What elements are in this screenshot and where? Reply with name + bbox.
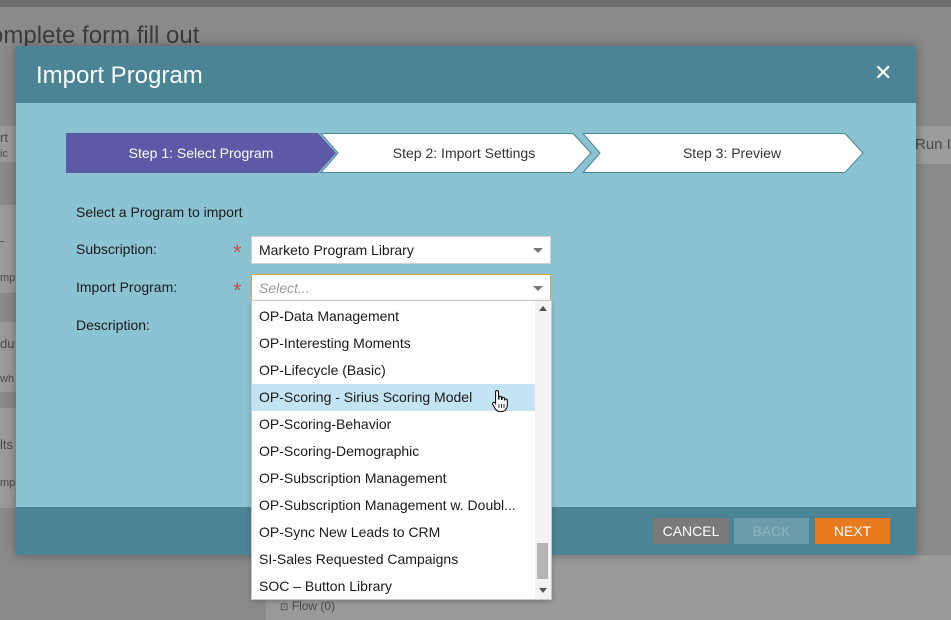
subscription-select[interactable]: Marketo Program Library (251, 236, 551, 264)
flow-icon: ⊡ (280, 602, 289, 613)
dropdown-scrollbar[interactable] (535, 301, 551, 599)
step-import-settings: Step 2: Import Settings (338, 133, 590, 173)
background-snippet: rt (0, 130, 8, 145)
list-item[interactable]: OP-Data Management (252, 303, 535, 330)
modal-header: Import Program ✕ (16, 46, 916, 103)
import-program-label: Import Program: (76, 279, 178, 295)
cancel-button[interactable]: CANCEL (653, 518, 729, 544)
step-label: Step 1: Select Program (128, 145, 274, 161)
list-item[interactable]: OP-Sync New Leads to CRM (252, 519, 535, 546)
import-program-dropdown-list[interactable]: OP-Data Management OP-Interesting Moment… (251, 300, 552, 600)
background-card: - mp (0, 205, 16, 293)
background-flow-label: ⊡ Flow (0) (280, 599, 335, 613)
required-asterisk: * (233, 240, 242, 265)
list-item[interactable]: OP-Subscription Management (252, 465, 535, 492)
background-card: rt ic (0, 126, 16, 162)
form-instruction: Select a Program to import (76, 204, 243, 220)
step-label: Step 3: Preview (682, 145, 782, 161)
import-program-select[interactable]: Select... (251, 274, 551, 302)
background-top-bar (0, 0, 951, 7)
step-preview: Step 3: Preview (600, 133, 864, 173)
scrollbar-thumb[interactable] (537, 543, 548, 579)
required-asterisk: * (233, 278, 242, 303)
list-item[interactable]: SOC – Button Library (252, 573, 535, 599)
background-snippet: lts (0, 437, 13, 452)
background-snippet: mp (0, 272, 16, 284)
scroll-up-arrow-icon[interactable] (539, 306, 547, 311)
chevron-down-icon (533, 248, 543, 253)
wizard-steps: Step 1: Select Program Step 2: Import Se… (66, 133, 866, 173)
modal-title: Import Program (36, 62, 203, 89)
next-button[interactable]: NEXT (815, 518, 890, 544)
list-item[interactable]: OP-Subscription Management w. Doubl... (252, 492, 535, 519)
scroll-down-arrow-icon[interactable] (539, 588, 547, 593)
background-snippet: - (0, 233, 5, 248)
list-item[interactable]: OP-Lifecycle (Basic) (252, 357, 535, 384)
background-snippet: ic (0, 148, 8, 160)
subscription-label: Subscription: (76, 241, 157, 257)
list-item[interactable]: SI-Sales Requested Campaigns (252, 546, 535, 573)
hand-pointer-cursor-icon (492, 389, 508, 412)
chevron-down-icon (533, 286, 543, 291)
background-card: lts mpa (0, 408, 21, 508)
step-select-program: Step 1: Select Program (66, 133, 336, 173)
description-label: Description: (76, 317, 150, 333)
list-item[interactable]: OP-Interesting Moments (252, 330, 535, 357)
background-run-label: Run I (915, 136, 951, 153)
background-card: du wh (0, 322, 16, 392)
background-run-button: Run I (913, 126, 951, 164)
close-icon[interactable]: ✕ (874, 62, 892, 84)
subscription-value: Marketo Program Library (259, 242, 414, 258)
background-snippet: du (0, 336, 15, 351)
import-program-placeholder: Select... (259, 280, 310, 296)
background-snippet: wh (0, 373, 15, 385)
step-label: Step 2: Import Settings (392, 145, 536, 161)
flow-text: Flow (0) (291, 599, 336, 613)
list-item[interactable]: OP-Scoring-Behavior (252, 411, 535, 438)
back-button[interactable]: BACK (734, 518, 809, 544)
list-item[interactable]: OP-Scoring-Demographic (252, 438, 535, 465)
